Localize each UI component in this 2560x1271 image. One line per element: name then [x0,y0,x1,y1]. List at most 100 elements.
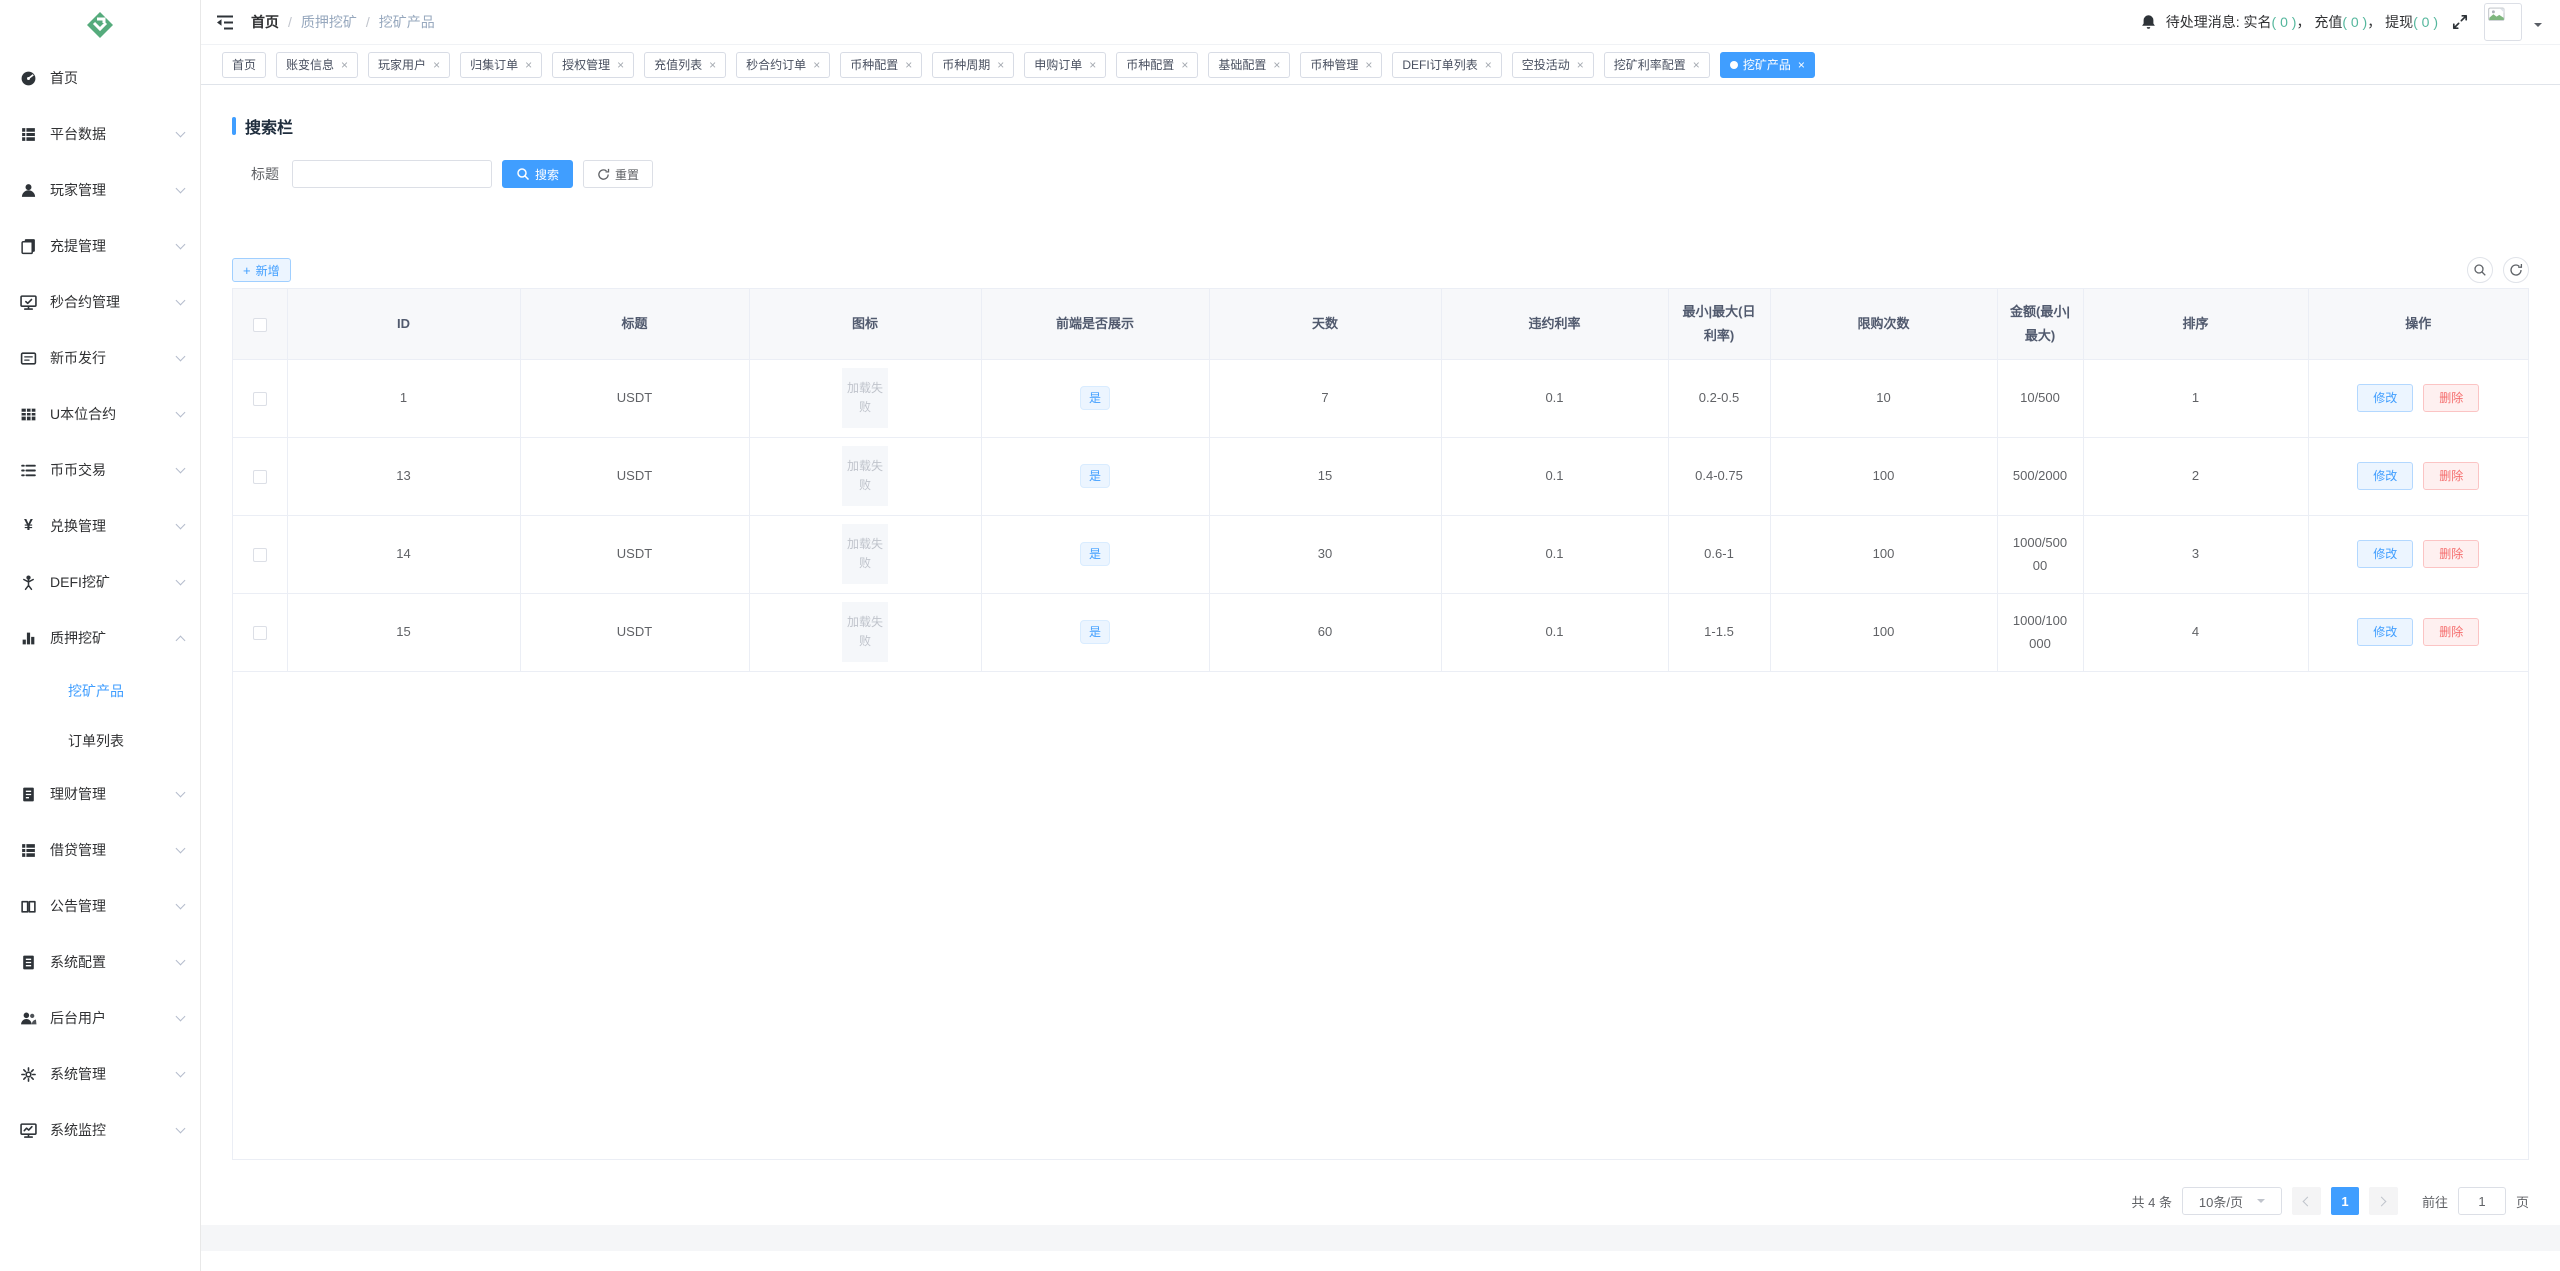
sidebar-item-platform-data[interactable]: 平台数据 [0,106,200,162]
row-checkbox[interactable] [252,469,267,484]
title-field-label: 标题 [251,166,279,182]
close-icon[interactable] [617,59,624,71]
page-content: 搜索栏 标题 搜索 重置 新增 [201,85,2560,1215]
hamburger-icon[interactable] [215,12,235,32]
table-search-icon[interactable] [2467,257,2493,283]
close-icon[interactable] [997,59,1004,71]
close-icon[interactable] [1798,59,1805,71]
delete-button[interactable]: 删除 [2423,384,2480,412]
sidebar-item-second-contract[interactable]: 秒合约管理 [0,274,200,330]
tab-mining-products[interactable]: 挖矿产品 [1719,51,1815,78]
sidebar-item-exchange[interactable]: ¥ 兑换管理 [0,498,200,554]
chevron-down-icon [175,955,186,965]
avatar-caret-icon[interactable] [2534,23,2542,31]
edit-button[interactable]: 修改 [2357,462,2414,490]
sidebar-item-new-coin[interactable]: 新币发行 [0,330,200,386]
sidebar-subitem-order-list[interactable]: 订单列表 [0,716,200,766]
close-icon[interactable] [1273,59,1280,71]
sidebar-item-backend-user[interactable]: 后台用户 [0,990,200,1046]
page-size-select[interactable]: 10条/页 [2181,1187,2282,1215]
close-icon[interactable] [1485,59,1492,71]
edit-button[interactable]: 修改 [2357,384,2414,412]
close-icon[interactable] [525,59,532,71]
cell-default-rate: 0.1 [1440,514,1669,594]
pending-realname-count[interactable]: ( 0 ) [2272,14,2297,30]
app-root: 首页 平台数据 玩家管理 充提管理 秒合约管理 新币发行 U本位合约 币币交易 … [0,0,2560,1271]
close-icon[interactable] [1365,59,1372,71]
select-all-checkbox[interactable] [252,317,267,332]
sidebar-subitem-mining-products[interactable]: 挖矿产品 [0,666,200,716]
tab-defi-order-list[interactable]: DEFI订单列表 [1392,51,1502,78]
close-icon[interactable] [433,59,440,71]
reset-button[interactable]: 重置 [583,160,654,188]
goto-page-input[interactable] [2457,1187,2506,1215]
sidebar-item-u-contract[interactable]: U本位合约 [0,386,200,442]
close-icon[interactable] [709,59,716,71]
tab-auth-manage[interactable]: 授权管理 [552,51,635,78]
tab-player-user[interactable]: 玩家用户 [368,51,451,78]
title-search-input[interactable] [292,160,492,188]
sidebar-item-stake-mining[interactable]: 质押挖矿 [0,610,200,666]
icon-load-failed-placeholder: 加载失败 [842,368,888,428]
delete-button[interactable]: 删除 [2423,618,2480,646]
tab-airdrop[interactable]: 空投活动 [1511,51,1594,78]
edit-button[interactable]: 修改 [2357,540,2414,568]
tab-coin-config-2[interactable]: 币种配置 [1116,51,1199,78]
sidebar-item-recharge-withdraw[interactable]: 充提管理 [0,218,200,274]
delete-button[interactable]: 删除 [2423,462,2480,490]
pending-recharge-count[interactable]: ( 0 ) [2342,14,2367,30]
page-number-1[interactable]: 1 [2330,1187,2359,1215]
close-icon[interactable] [1089,59,1096,71]
fullscreen-icon[interactable] [2450,12,2470,32]
sidebar-item-notice-manage[interactable]: 公告管理 [0,878,200,934]
add-button[interactable]: 新增 [232,258,291,282]
sidebar-item-coin-trade[interactable]: 币币交易 [0,442,200,498]
tab-home[interactable]: 首页 [222,51,267,78]
sidebar-item-lending-manage[interactable]: 借贷管理 [0,822,200,878]
edit-button[interactable]: 修改 [2357,618,2414,646]
close-icon[interactable] [1577,59,1584,71]
cell-id: 14 [286,514,521,594]
breadcrumb-stake-mining[interactable]: 质押挖矿 [301,12,357,32]
close-icon[interactable] [341,59,348,71]
breadcrumb-home[interactable]: 首页 [251,12,279,32]
row-checkbox[interactable] [252,391,267,406]
close-icon[interactable] [813,59,820,71]
tab-coin-manage[interactable]: 币种管理 [1300,51,1383,78]
tab-coin-config[interactable]: 币种配置 [840,51,923,78]
tab-collect-orders[interactable]: 归集订单 [460,51,543,78]
close-icon[interactable] [1181,59,1188,71]
chevron-down-icon [175,899,186,909]
prev-page-button[interactable] [2291,1187,2321,1215]
row-checkbox[interactable] [252,625,267,640]
header-icon: 图标 [748,289,982,360]
sidebar-item-system-config[interactable]: 系统配置 [0,934,200,990]
pending-withdraw-count[interactable]: ( 0 ) [2413,14,2438,30]
cell-sort: 4 [2082,592,2309,672]
tab-second-contract-orders[interactable]: 秒合约订单 [736,51,831,78]
tab-label: 空投活动 [1521,58,1570,72]
tab-coin-period[interactable]: 币种周期 [932,51,1015,78]
next-page-button[interactable] [2368,1187,2398,1215]
close-icon[interactable] [905,59,912,71]
cell-days: 30 [1208,514,1442,594]
row-checkbox[interactable] [252,547,267,562]
avatar[interactable] [2484,3,2522,41]
tab-subscribe-orders[interactable]: 申购订单 [1024,51,1107,78]
table-refresh-icon[interactable] [2503,257,2529,283]
tab-recharge-list[interactable]: 充值列表 [644,51,727,78]
tab-label: 归集订单 [470,58,519,72]
sidebar-item-defi-mining[interactable]: DEFI挖矿 [0,554,200,610]
tab-mining-rate-config[interactable]: 挖矿利率配置 [1603,51,1710,78]
sidebar-item-system-monitor[interactable]: 系统监控 [0,1102,200,1158]
tab-base-config[interactable]: 基础配置 [1208,51,1291,78]
search-button[interactable]: 搜索 [502,160,574,188]
delete-button[interactable]: 删除 [2423,540,2480,568]
sidebar-item-system-manage[interactable]: 系统管理 [0,1046,200,1102]
sidebar-item-home[interactable]: 首页 [0,50,200,106]
sidebar-item-finance-manage[interactable]: 理财管理 [0,766,200,822]
header-amount-min-max: 金额(最小|最大) [1996,289,2084,360]
close-icon[interactable] [1693,59,1700,71]
sidebar-item-player-manage[interactable]: 玩家管理 [0,162,200,218]
tab-account-change[interactable]: 账变信息 [276,51,359,78]
